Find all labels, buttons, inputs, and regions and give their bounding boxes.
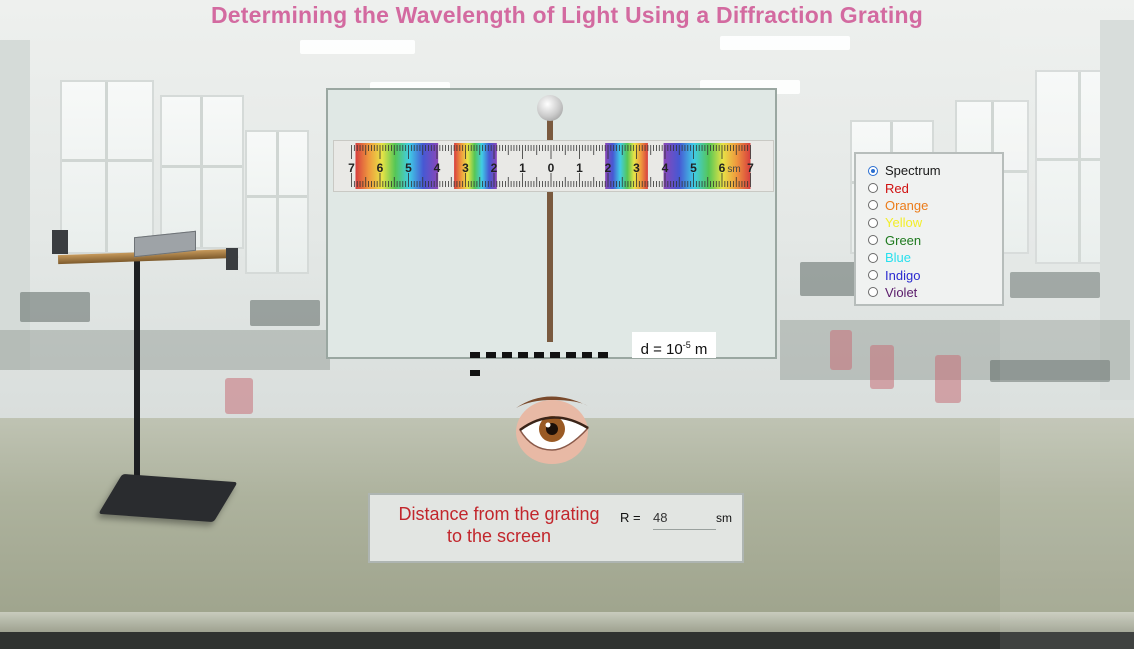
grating-slit — [550, 352, 560, 358]
distance-r-unit: sm — [716, 511, 732, 525]
radio-button[interactable] — [868, 252, 878, 263]
radio-option-green[interactable]: Green — [868, 232, 1002, 249]
radio-button[interactable] — [868, 183, 878, 194]
ruler-label: 4 — [434, 161, 441, 175]
observer-eye-icon — [508, 388, 594, 468]
radio-option-violet[interactable]: Violet — [868, 284, 1002, 301]
ruler-label: 6 — [719, 161, 726, 175]
page-title: Determining the Wavelength of Light Usin… — [211, 2, 923, 28]
radio-button[interactable] — [868, 235, 878, 246]
ruler-label: 2 — [605, 161, 612, 175]
grating-slit — [502, 352, 512, 358]
distance-r-label: R = — [620, 510, 641, 525]
stand-base — [98, 473, 238, 523]
radio-label: Violet — [885, 284, 918, 300]
radio-option-yellow[interactable]: Yellow — [868, 214, 1002, 231]
lab-window — [245, 130, 309, 274]
wavelength-selector: Spectrum Red Orange Yellow Green Blue Indigo Vi… — [854, 152, 1004, 306]
grating-stand — [48, 222, 248, 542]
projection-screen: 7 6 5 4 3 2 1 0 1 2 3 4 5 6 7 sm d = 10-5 m — [326, 88, 777, 376]
radio-button[interactable] — [868, 270, 878, 281]
radio-button[interactable] — [868, 217, 878, 228]
radio-label: Yellow — [885, 215, 923, 231]
grating-period-prefix: d = 10 — [640, 341, 683, 358]
stand-rod — [134, 250, 140, 486]
radio-option-spectrum[interactable]: Spectrum — [868, 162, 1002, 179]
scale-ruler: 7 6 5 4 3 2 1 0 1 2 3 4 5 6 7 sm — [333, 140, 774, 192]
diffraction-grating — [470, 345, 624, 376]
radio-option-indigo[interactable]: Indigo — [868, 266, 1002, 283]
radio-option-blue[interactable]: Blue — [868, 249, 1002, 266]
lab-chair — [870, 345, 894, 389]
radio-label: Green — [885, 232, 922, 248]
radio-option-red[interactable]: Red — [868, 179, 1002, 196]
radio-label: Orange — [885, 197, 929, 213]
ruler-graphic: 7 6 5 4 3 2 1 0 1 2 3 4 5 6 7 sm — [348, 143, 754, 189]
ruler-label: 7 — [348, 161, 355, 175]
radio-option-orange[interactable]: Orange — [868, 197, 1002, 214]
lab-equipment — [250, 300, 320, 326]
stand-clamp — [226, 248, 238, 270]
grating-slit — [582, 352, 592, 358]
ruler-label: 4 — [662, 161, 669, 175]
ruler-label: 7 — [747, 161, 754, 175]
grating-slit — [470, 370, 480, 376]
ruler-label: 1 — [519, 161, 526, 175]
ruler-label: 0 — [548, 161, 555, 175]
distance-caption-line1: Distance from the grating — [398, 504, 600, 524]
radio-button[interactable] — [868, 287, 878, 298]
ceiling-light — [720, 36, 850, 50]
grating-slit — [598, 352, 608, 358]
ruler-label: 5 — [690, 161, 697, 175]
radio-button[interactable] — [868, 200, 878, 211]
pointer-knob[interactable] — [537, 95, 563, 121]
radio-button[interactable] — [868, 165, 878, 176]
radio-label: Indigo — [885, 267, 921, 283]
grating-period-unit: m — [694, 341, 708, 358]
table-edge — [0, 612, 1134, 634]
ruler-label: 5 — [405, 161, 412, 175]
grating-period-exponent: -5 — [682, 340, 691, 350]
radio-label: Red — [885, 180, 909, 196]
stand-clamp — [52, 230, 68, 254]
distance-caption: Distance from the grating to the screen — [380, 503, 618, 547]
spectrum-band — [605, 143, 648, 189]
radio-label: Spectrum — [885, 163, 941, 179]
radio-label: Blue — [885, 250, 912, 266]
background-strip — [1000, 0, 1134, 649]
ruler-label: 1 — [576, 161, 583, 175]
distance-r-input[interactable] — [653, 505, 716, 530]
ruler-label: 6 — [377, 161, 384, 175]
lab-chair — [830, 330, 852, 370]
lab-equipment — [800, 262, 860, 296]
ruler-label: 3 — [462, 161, 469, 175]
grating-slit — [566, 352, 576, 358]
grating-slit — [518, 352, 528, 358]
grating-period-label: d = 10-5 m — [632, 332, 716, 358]
ceiling-light — [300, 40, 415, 54]
distance-panel: Distance from the grating to the screen … — [368, 493, 744, 563]
lab-chair — [935, 355, 961, 403]
ruler-unit: sm — [727, 164, 740, 175]
ruler-label: 3 — [633, 161, 640, 175]
floor — [0, 632, 1134, 649]
grating-slit — [486, 352, 496, 358]
grating-slit — [534, 352, 544, 358]
grating-slit — [470, 352, 480, 358]
ruler-label: 2 — [491, 161, 498, 175]
distance-caption-line2: to the screen — [446, 526, 552, 546]
